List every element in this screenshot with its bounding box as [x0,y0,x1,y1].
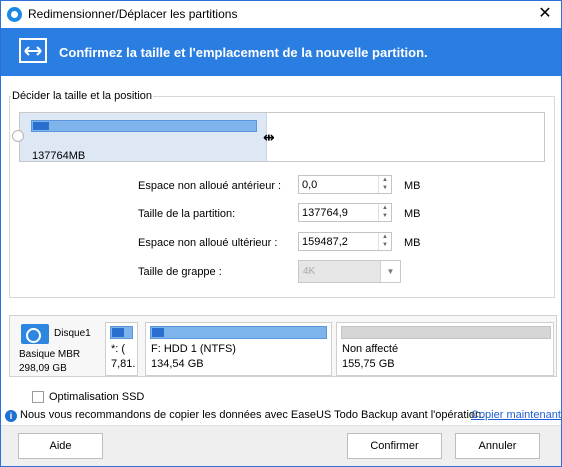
partition-usage-bar [341,326,551,339]
spin-buttons: ▲ ▼ [378,204,391,221]
header-banner: Confirmez la taille et l'emplacement de … [1,28,561,76]
partition-name: *: ( [111,343,126,355]
spin-down-icon[interactable]: ▼ [379,241,391,249]
confirm-button[interactable]: Confirmer [347,433,442,459]
cluster-size-value: 4K [303,266,316,277]
unalloc-before-input[interactable]: 0,0 ▲ ▼ [298,175,392,194]
unalloc-before-label: Espace non alloué antérieur : [138,180,282,192]
partition-block-unallocated[interactable]: Non affecté 155,75 GB [336,322,554,376]
info-icon: i [5,410,17,422]
spin-down-icon[interactable]: ▼ [379,212,391,220]
spin-up-icon[interactable]: ▲ [379,233,391,241]
ssd-optimization-label[interactable]: Optimalisation SSD [49,391,144,403]
window-title: Redimensionner/Déplacer les partitions [28,7,238,21]
partition-size-field-label: Taille de la partition: [138,208,236,220]
left-resize-handle[interactable] [12,130,24,142]
unalloc-before-value[interactable]: 0,0 [302,179,317,191]
disk-name: Disque1 [54,328,91,339]
partition-usage-bar [31,120,257,132]
copy-now-link[interactable]: Copier maintenant [471,409,561,421]
partition-size-slider[interactable]: 137764MB [19,112,545,162]
partition-name: F: HDD 1 (NTFS) [151,343,236,355]
unalloc-after-input[interactable]: 159487,2 ▲ ▼ [298,232,392,251]
help-button[interactable]: Aide [18,433,103,459]
partition-name: Non affecté [342,343,399,355]
partition-usage-bar [110,326,133,339]
partition-block-1[interactable]: *: ( 7,81. [105,322,138,376]
spin-down-icon[interactable]: ▼ [379,184,391,192]
unit-label: MB [404,208,421,220]
resize-move-dialog: Redimensionner/Déplacer les partitions ✕… [0,0,562,467]
partition-size: 134,54 GB [151,358,204,370]
unalloc-after-value[interactable]: 159487,2 [302,236,348,248]
spin-up-icon[interactable]: ▲ [379,176,391,184]
spin-buttons: ▲ ▼ [378,176,391,193]
resize-arrows-icon [19,38,47,63]
resize-cursor-icon: ⇹ [263,129,275,145]
partition-usage-bar [150,326,327,339]
banner-message: Confirmez la taille et l'emplacement de … [59,45,428,60]
disk-icon [21,324,49,344]
disk-map: Disque1 Basique MBR 298,09 GB *: ( 7,81.… [9,315,557,377]
spin-up-icon[interactable]: ▲ [379,204,391,212]
title-bar: Redimensionner/Déplacer les partitions ✕ [1,1,561,28]
spin-buttons: ▲ ▼ [378,233,391,250]
disk-info: Disque1 Basique MBR 298,09 GB [10,316,102,376]
disk-type: Basique MBR [19,349,81,360]
partition-size-input[interactable]: 137764,9 ▲ ▼ [298,203,392,222]
unalloc-after-label: Espace non alloué ultérieur : [138,237,278,249]
chevron-down-icon[interactable]: ▼ [380,261,400,282]
cluster-size-select[interactable]: 4K ▼ [298,260,401,283]
info-message: Nous vous recommandons de copier les don… [20,409,485,421]
ssd-optimization-checkbox[interactable] [32,391,44,403]
partition-block[interactable]: 137764MB [20,113,267,162]
disk-size: 298,09 GB [19,363,67,374]
unit-label: MB [404,237,421,249]
unit-label: MB [404,180,421,192]
partition-size: 155,75 GB [342,358,395,370]
partition-block-2[interactable]: F: HDD 1 (NTFS) 134,54 GB [145,322,332,376]
partition-size-value[interactable]: 137764,9 [302,207,348,219]
partition-size: 7,81. [111,358,136,370]
partition-size-label: 137764MB [32,150,86,162]
group-label: Décider la taille et la position [11,90,154,102]
cluster-size-label: Taille de grappe : [138,266,222,278]
close-icon[interactable]: ✕ [529,1,561,27]
cancel-button[interactable]: Annuler [455,433,540,459]
app-disk-icon [7,7,22,22]
